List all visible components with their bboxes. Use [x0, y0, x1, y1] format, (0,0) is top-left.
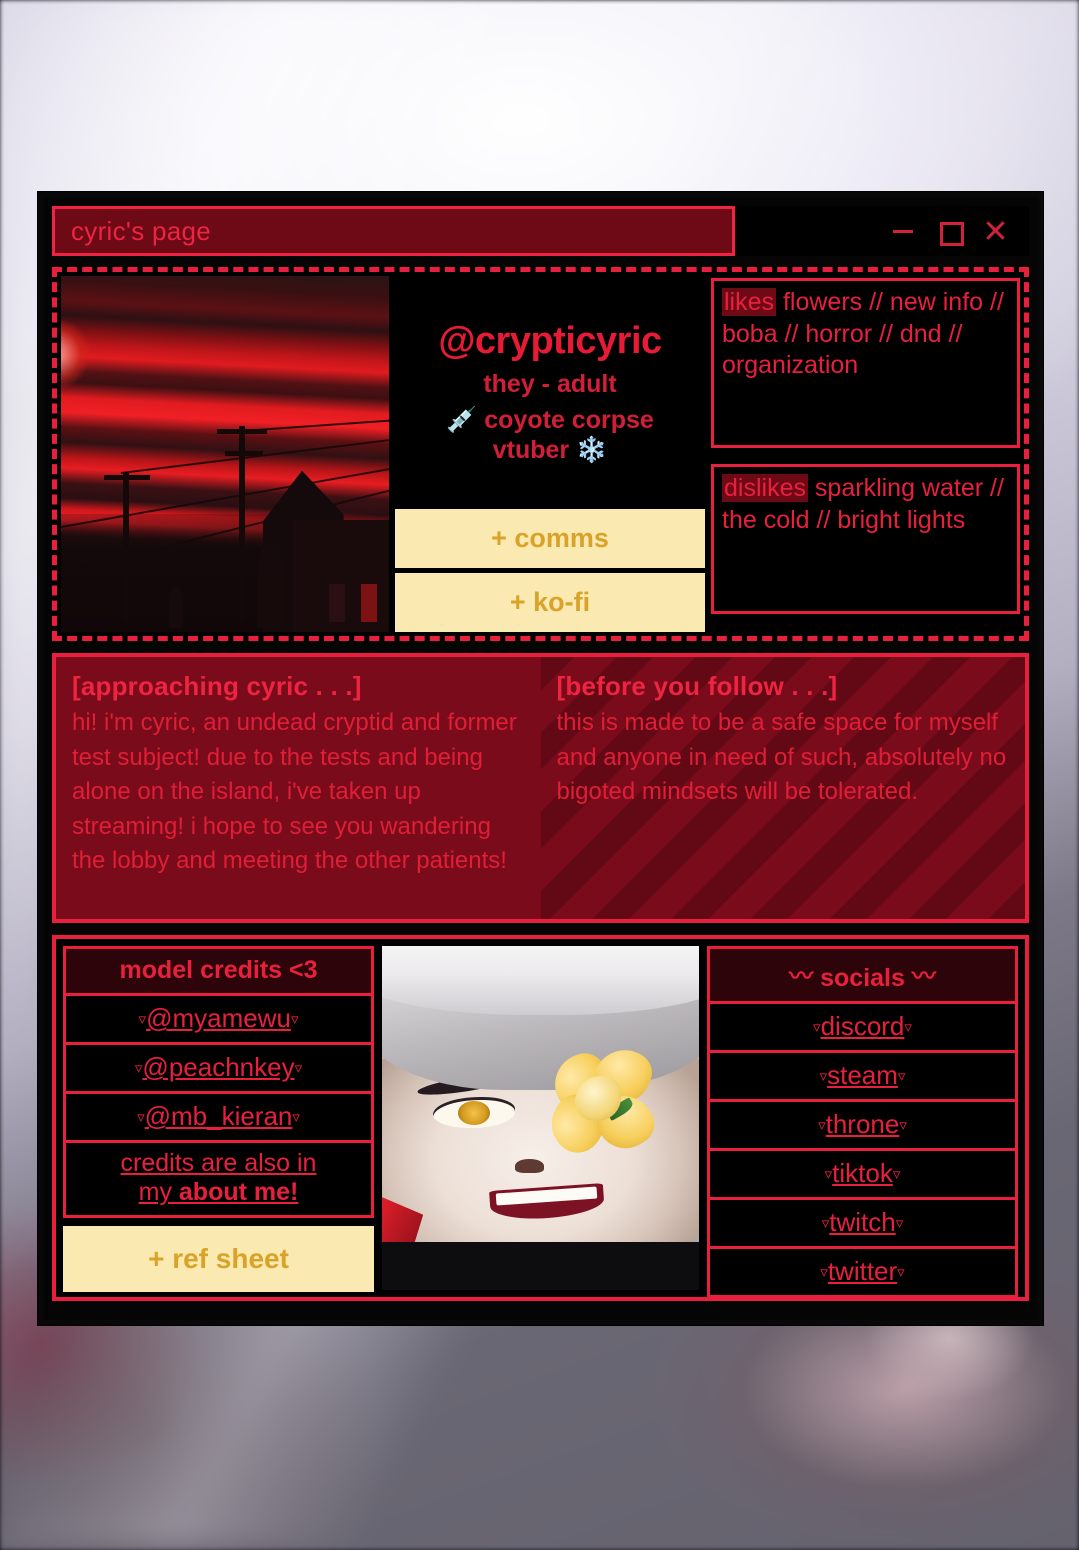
tree-silhouette: [169, 586, 183, 628]
credit-link-myamewu[interactable]: ▿@myamewu▿: [66, 996, 371, 1045]
credit-link-mb-kieran[interactable]: ▿@mb_kieran▿: [66, 1094, 371, 1143]
credit-link-peachnkey[interactable]: ▿@peachnkey▿: [66, 1045, 371, 1094]
triangle-left-icon: ▿: [137, 1109, 145, 1126]
avatar-portrait: [382, 946, 699, 1290]
triangle-right-icon: ▿: [895, 1215, 904, 1232]
window-controls: [735, 206, 1029, 256]
socials-column: 〰 socials 〰 ▿discord▿ ▿steam▿ ▿throne▿ ▿…: [707, 946, 1018, 1298]
social-label: tiktok: [832, 1158, 893, 1188]
triangle-left-icon: ▿: [818, 1117, 826, 1134]
ref-sheet-button[interactable]: + ref sheet: [63, 1226, 374, 1292]
credits-note-line-1: credits are also in: [120, 1149, 317, 1177]
triangle-right-icon: ▿: [897, 1264, 905, 1281]
before-you-follow-heading: [before you follow . . .]: [556, 671, 838, 701]
approaching-cyric-body: hi! i'm cyric, an undead cryptid and for…: [72, 709, 517, 875]
lit-window: [361, 584, 377, 622]
iris: [458, 1100, 490, 1125]
before-you-follow-panel: [before you follow . . .] this is made t…: [540, 657, 1025, 919]
triangle-right-icon: ▿: [292, 1109, 300, 1126]
socials-panel: 〰 socials 〰 ▿discord▿ ▿steam▿ ▿throne▿ ▿…: [707, 946, 1018, 1298]
triangle-left-icon: ▿: [820, 1264, 828, 1281]
window-title-area: cyric's page: [52, 206, 735, 256]
nose: [515, 1159, 544, 1174]
model-credits-column: model credits <3 ▿@myamewu▿ ▿@peachnkey▿…: [63, 946, 374, 1292]
credits-note-line-2-bold: about me!: [178, 1178, 299, 1206]
collar: [382, 1241, 699, 1290]
title-bar: cyric's page: [52, 206, 1029, 256]
social-link-steam[interactable]: ▿steam▿: [710, 1053, 1015, 1102]
triangle-left-icon: ▿: [819, 1068, 828, 1085]
close-icon[interactable]: [982, 218, 1008, 244]
socials-heading: 〰 socials 〰: [710, 949, 1015, 1004]
traits-column: likes flowers // new info // boba // hor…: [711, 276, 1020, 632]
comms-button[interactable]: + comms: [395, 509, 705, 568]
profile-header-section: @crypticyric they - adult 💉 coyote corps…: [52, 267, 1029, 641]
about-section: [approaching cyric . . .] hi! i'm cyric,…: [52, 653, 1029, 923]
triangle-right-icon: ▿: [904, 1019, 912, 1036]
wave-right-icon: 〰: [911, 963, 936, 990]
identity-column: @crypticyric they - adult 💉 coyote corps…: [395, 276, 705, 632]
before-you-follow-body: this is made to be a safe space for myse…: [556, 709, 1007, 806]
triangle-right-icon: ▿: [897, 1068, 906, 1085]
credits-about-me-note[interactable]: credits are also in my about me!: [66, 1143, 371, 1215]
triangle-right-icon: ▿: [290, 1011, 299, 1028]
social-label: throne: [825, 1109, 900, 1139]
likes-label: likes: [722, 288, 777, 316]
pole-crossarm: [225, 451, 263, 456]
flower-icon: [539, 1040, 663, 1162]
dark-window: [329, 584, 345, 622]
triangle-right-icon: ▿: [899, 1117, 907, 1134]
username: @crypticyric: [438, 319, 662, 362]
social-label: steam: [827, 1060, 898, 1090]
social-link-twitch[interactable]: ▿twitch▿: [710, 1200, 1015, 1249]
social-label: twitter: [827, 1256, 898, 1286]
likes-box: likes flowers // new info // boba // hor…: [711, 278, 1020, 448]
banner-photo: [61, 276, 389, 632]
wave-left-icon: 〰: [789, 963, 814, 990]
descriptor: 💉 coyote corpse vtuber ❄️: [446, 406, 654, 465]
links-section: model credits <3 ▿@myamewu▿ ▿@peachnkey▿…: [52, 935, 1029, 1301]
hair-band: [382, 946, 699, 1015]
socials-heading-label: socials: [820, 964, 905, 992]
credit-label: @mb_kieran: [144, 1101, 293, 1131]
social-label: twitch: [829, 1207, 896, 1237]
maximize-icon[interactable]: [936, 218, 964, 246]
triangle-right-icon: ▿: [892, 1166, 901, 1183]
approaching-cyric-panel: [approaching cyric . . .] hi! i'm cyric,…: [56, 657, 541, 919]
social-link-throne[interactable]: ▿throne▿: [710, 1102, 1015, 1151]
kofi-button[interactable]: + ko-fi: [395, 573, 705, 632]
dislikes-label: dislikes: [722, 474, 808, 502]
social-label: discord: [820, 1011, 905, 1041]
triangle-right-icon: ▿: [294, 1060, 303, 1077]
credit-label: @myamewu: [146, 1003, 291, 1033]
page-title: cyric's page: [71, 215, 212, 246]
social-link-discord[interactable]: ▿discord▿: [710, 1004, 1015, 1053]
identity-text-block: @crypticyric they - adult 💉 coyote corps…: [395, 276, 705, 504]
social-link-twitter[interactable]: ▿twitter▿: [710, 1249, 1015, 1295]
model-credits-panel: model credits <3 ▿@myamewu▿ ▿@peachnkey▿…: [63, 946, 374, 1218]
descriptor-line-1: 💉 coyote corpse: [446, 406, 654, 435]
triangle-left-icon: ▿: [138, 1011, 147, 1028]
triangle-left-icon: ▿: [813, 1019, 821, 1036]
model-credits-heading: model credits <3: [66, 949, 371, 996]
social-link-tiktok[interactable]: ▿tiktok▿: [710, 1151, 1015, 1200]
tree-silhouette: [257, 540, 285, 628]
credit-label: @peachnkey: [142, 1052, 295, 1082]
pole-crossarm: [217, 429, 267, 434]
approaching-cyric-heading: [approaching cyric . . .]: [72, 671, 362, 701]
minimize-icon[interactable]: [890, 218, 916, 244]
pole-crossarm: [104, 475, 150, 480]
utility-pole: [123, 472, 129, 622]
credits-note-line-2-plain: my: [138, 1178, 179, 1206]
profile-window: cyric's page @crypticyric they - adult 💉…: [38, 192, 1043, 1325]
dislikes-box: dislikes sparkling water // the cold // …: [711, 464, 1020, 614]
descriptor-line-2: vtuber ❄️: [492, 435, 608, 464]
pronouns-age: they - adult: [483, 370, 617, 399]
